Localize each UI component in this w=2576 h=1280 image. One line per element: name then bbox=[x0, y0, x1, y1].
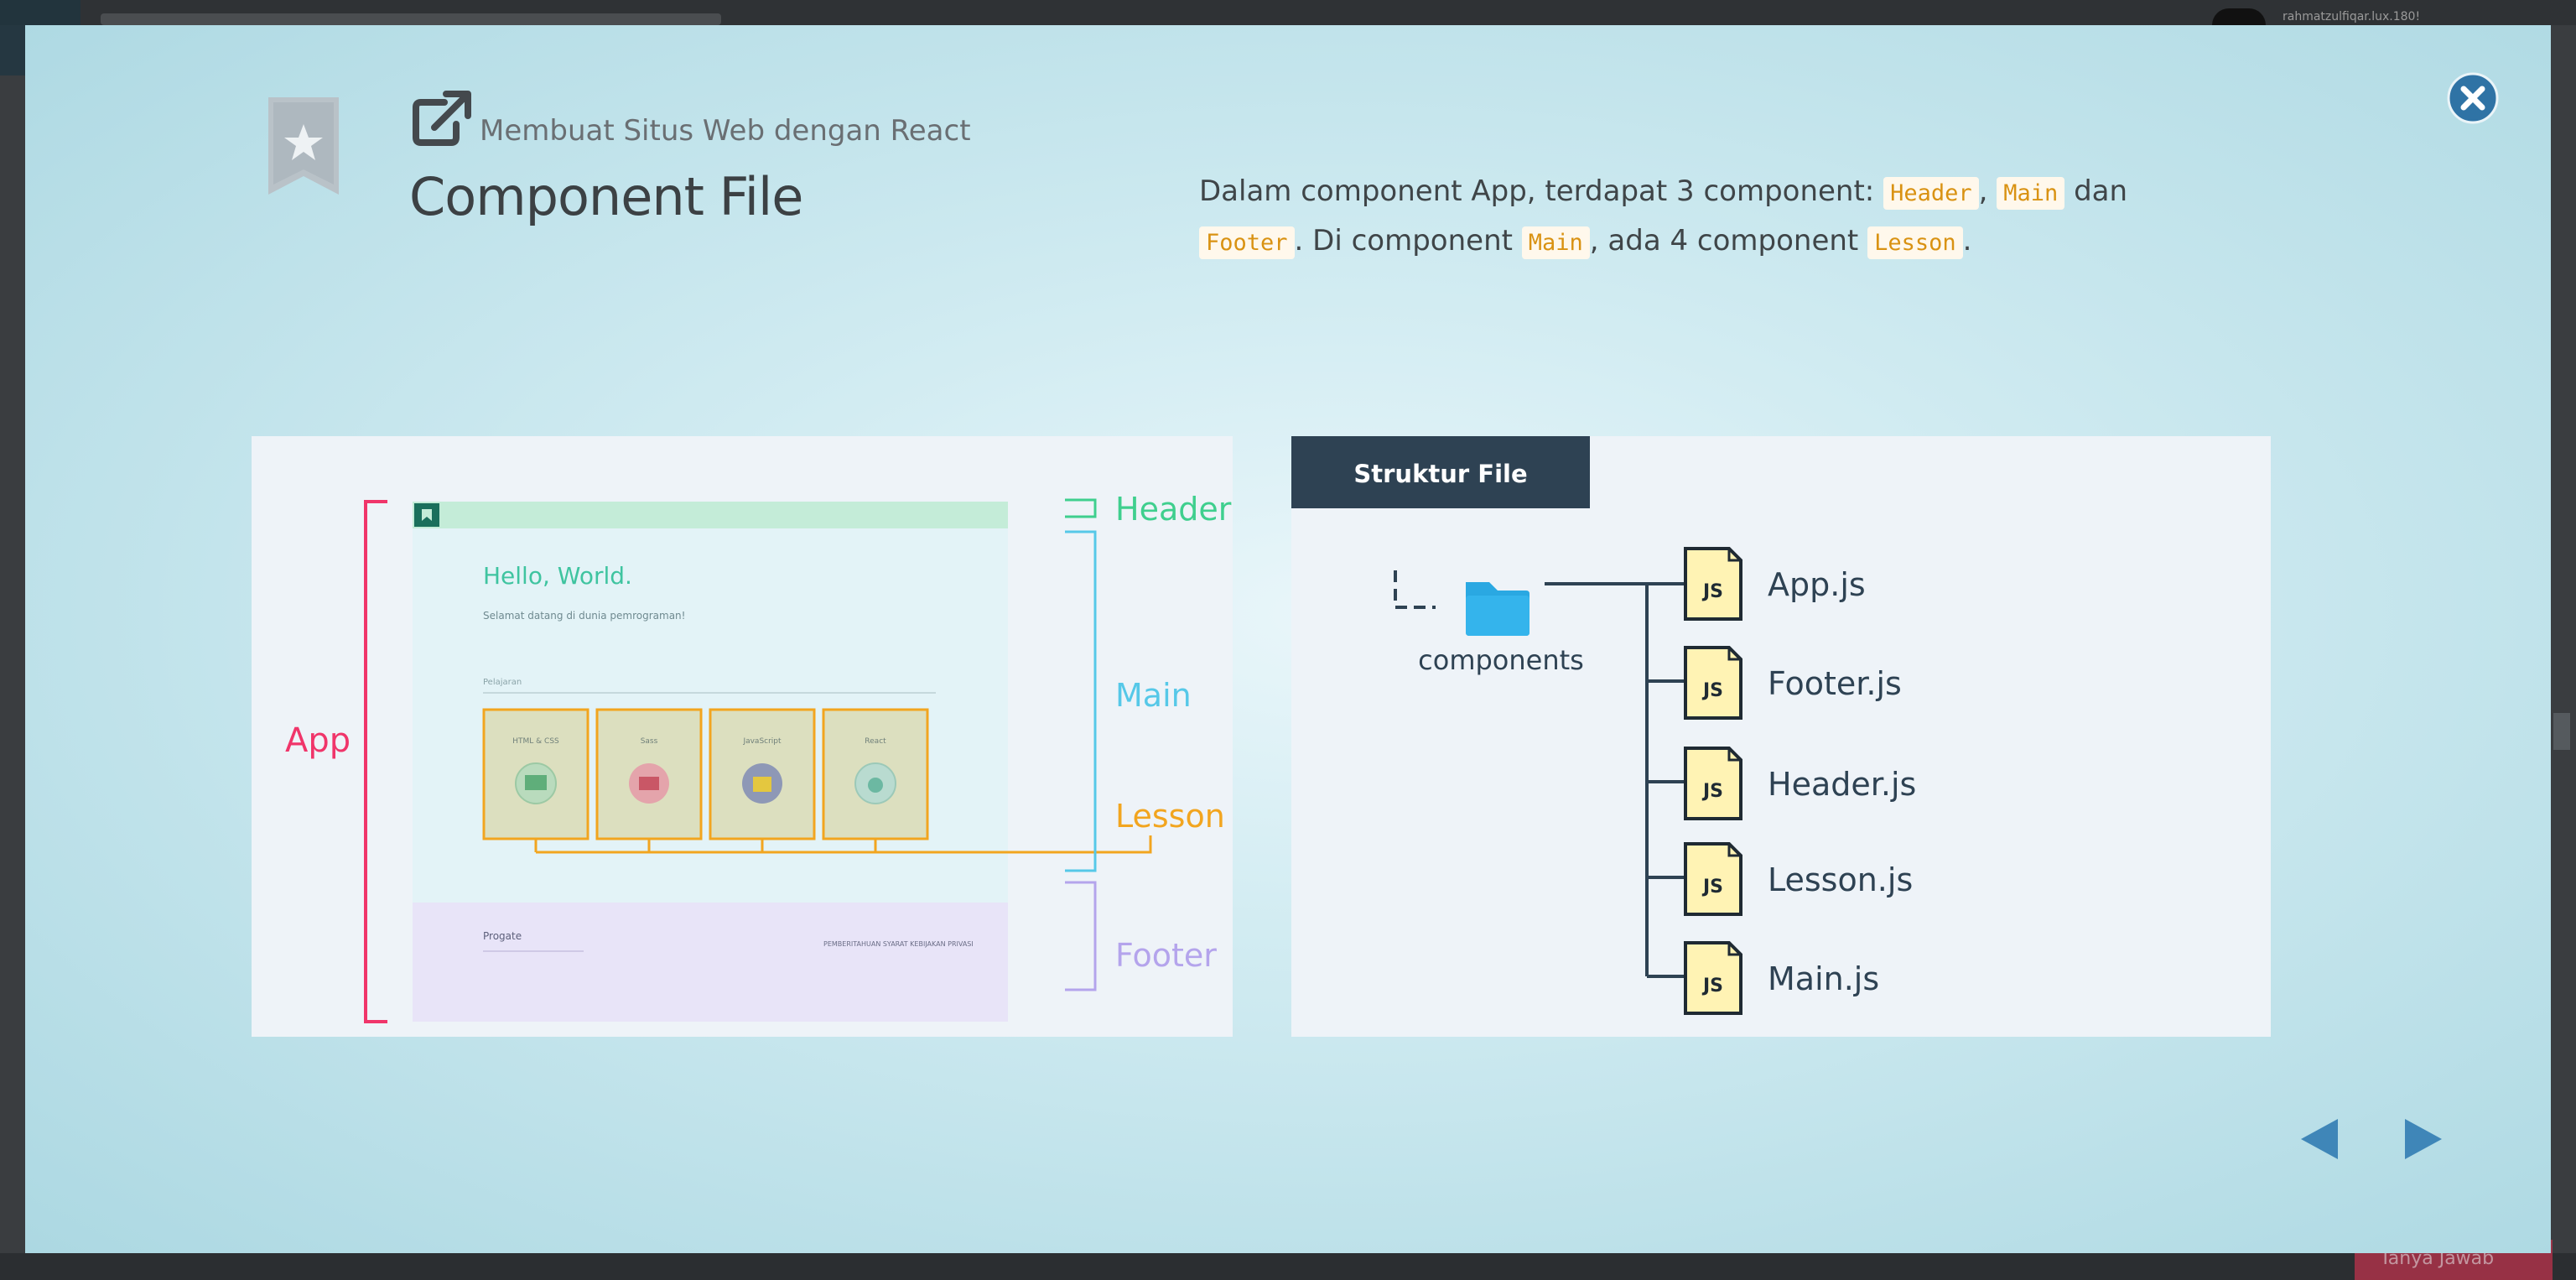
background-username: rahmatzulfiqar.lux.180! bbox=[2283, 10, 2421, 23]
background-search bbox=[101, 13, 721, 25]
file-name: Header.js bbox=[1768, 766, 1916, 803]
file-name: Footer.js bbox=[1768, 665, 1902, 702]
js-badge: JS bbox=[1701, 781, 1723, 802]
code-main: Main bbox=[1997, 177, 2065, 210]
bookmark-star-icon[interactable] bbox=[268, 97, 339, 195]
background-scrollbar bbox=[2553, 713, 2570, 750]
description-text: . bbox=[1962, 224, 1972, 258]
mock-section-title: Pelajaran bbox=[483, 678, 522, 687]
component-diagram: App Hello, World. Selamat datang di duni… bbox=[252, 436, 1233, 1037]
file-entry: JS Footer.js bbox=[1684, 646, 1902, 720]
mock-hello: Hello, World. bbox=[483, 562, 632, 590]
label-header: Header bbox=[1115, 491, 1232, 528]
label-lesson: Lesson bbox=[1115, 798, 1225, 835]
file-entry: JS Lesson.js bbox=[1684, 842, 1913, 916]
js-badge: JS bbox=[1701, 680, 1723, 701]
lesson-card: JavaScript bbox=[709, 708, 816, 840]
lesson-card-title: React bbox=[865, 737, 886, 746]
label-main: Main bbox=[1115, 677, 1192, 714]
tree-parent-line bbox=[1394, 570, 1436, 609]
footer-bracket bbox=[1065, 881, 1097, 991]
file-entry: JS App.js bbox=[1684, 547, 1866, 621]
code-main: Main bbox=[1521, 226, 1590, 259]
file-entry: JS Header.js bbox=[1684, 747, 1916, 820]
description-text: dan bbox=[2064, 174, 2128, 208]
file-name: Lesson.js bbox=[1768, 861, 1913, 898]
mock-subtitle: Selamat datang di dunia pemrograman! bbox=[483, 610, 685, 622]
description-text: . Di component bbox=[1294, 224, 1522, 258]
js-badge: JS bbox=[1701, 976, 1723, 996]
file-name: App.js bbox=[1768, 566, 1866, 603]
label-footer: Footer bbox=[1115, 937, 1217, 974]
triangle-left-icon[interactable] bbox=[2296, 1116, 2343, 1163]
slide-description: Dalam component App, terdapat 3 componen… bbox=[1199, 168, 2231, 267]
close-icon[interactable] bbox=[2447, 72, 2499, 124]
lesson-card-title: HTML & CSS bbox=[512, 737, 559, 746]
triangle-right-icon[interactable] bbox=[2400, 1116, 2447, 1163]
file-structure: Struktur File components JS App.js JS Fo… bbox=[1291, 436, 2271, 1037]
mock-footer-logo: Progate bbox=[483, 930, 522, 942]
code-footer: Footer bbox=[1199, 226, 1295, 259]
background-avatar bbox=[2212, 8, 2266, 25]
mock-footer-links: PEMBERITAHUAN SYARAT KEBIJAKAN PRIVASI bbox=[823, 940, 974, 948]
js-badge: JS bbox=[1701, 581, 1723, 602]
file-structure-title: Struktur File bbox=[1353, 460, 1527, 488]
description-text: Dalam component App, terdapat 3 componen… bbox=[1199, 174, 1884, 208]
lesson-card-title: JavaScript bbox=[742, 737, 782, 746]
folder-icon bbox=[1466, 582, 1530, 636]
lesson-card: HTML & CSS bbox=[482, 708, 589, 840]
description-text: , ada 4 component bbox=[1589, 224, 1868, 258]
app-bracket bbox=[364, 500, 387, 1023]
lesson-card: Sass bbox=[595, 708, 703, 840]
header-bracket bbox=[1065, 498, 1097, 518]
js-badge: JS bbox=[1701, 877, 1723, 898]
label-app: App bbox=[285, 721, 351, 760]
lesson-title: Component File bbox=[409, 166, 803, 227]
external-link-icon[interactable] bbox=[413, 91, 473, 146]
lesson-card: React bbox=[822, 708, 929, 840]
mock-footer bbox=[413, 903, 1008, 1022]
code-lesson: Lesson bbox=[1867, 226, 1963, 259]
background-bottom-bar bbox=[0, 1253, 2576, 1280]
mock-header-bar bbox=[413, 502, 1008, 528]
course-title: Membuat Situs Web dengan React bbox=[480, 114, 971, 148]
tree-lines bbox=[1545, 582, 1685, 978]
code-header: Header bbox=[1883, 177, 1979, 210]
lesson-card-title: Sass bbox=[641, 737, 658, 746]
folder-label: components bbox=[1418, 644, 1584, 676]
file-name: Main.js bbox=[1768, 960, 1879, 997]
file-entry: JS Main.js bbox=[1684, 941, 1879, 1015]
main-bracket bbox=[1065, 530, 1097, 872]
description-text: , bbox=[1978, 174, 1997, 208]
